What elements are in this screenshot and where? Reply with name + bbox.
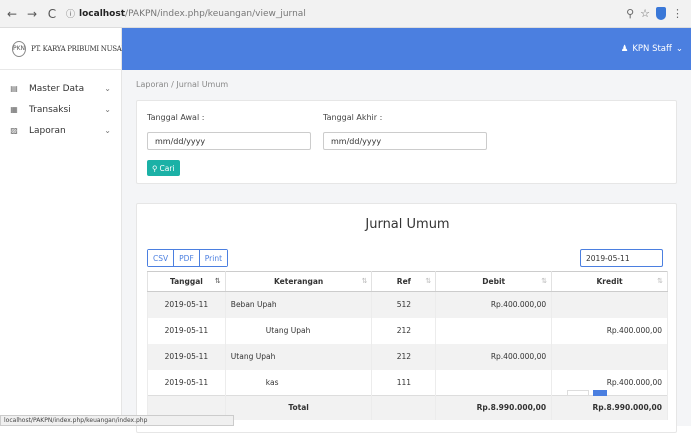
export-buttons: CSV PDF Print — [147, 249, 229, 267]
address-bar[interactable]: ⓘ localhost/PAKPN/index.php/keuangan/vie… — [66, 4, 626, 24]
end-date-input[interactable]: mm/dd/yyyy — [323, 132, 487, 150]
reload-icon[interactable]: C — [44, 6, 60, 22]
table-row: 2019-05-11 Utang Upah 212 Rp.400.000,00 — [147, 317, 668, 344]
brand[interactable]: PKN PT. KARYA PRIBUMI NUSANTARA — [0, 28, 146, 70]
start-date-input[interactable]: mm/dd/yyyy — [147, 132, 311, 150]
chevron-down-icon: ⌄ — [104, 126, 111, 135]
print-button[interactable]: Print — [199, 250, 228, 266]
cell-ref: 212 — [371, 317, 437, 344]
column-header-debit[interactable]: Debit ⇅ — [435, 271, 553, 292]
cell-ref: 212 — [371, 343, 437, 370]
master-data-icon: ▤ — [10, 84, 18, 93]
transaksi-icon: ▦ — [10, 105, 18, 114]
cell-debit: Rp.400.000,00 — [435, 343, 553, 370]
zoom-icon[interactable]: ⚲ — [626, 7, 634, 20]
cell-debit — [435, 317, 553, 344]
end-date-label: Tanggal Akhir : — [323, 113, 383, 122]
sidebar-menu: ▤ Master Data ⌄ ▦ Transaksi ⌄ ▨ Laporan … — [0, 70, 121, 141]
sort-icon: ⇅ — [425, 277, 432, 285]
user-icon: ♟ — [620, 44, 629, 54]
info-icon[interactable]: ⓘ — [66, 7, 75, 20]
table-row: 2019-05-11 Utang Upah 212 Rp.400.000,00 — [147, 343, 668, 370]
table-search-input[interactable]: 2019-05-11 — [580, 249, 663, 267]
cell-keterangan: Beban Upah — [224, 291, 373, 318]
filter-card: Tanggal Awal : mm/dd/yyyy Tanggal Akhir … — [136, 100, 677, 184]
pdf-button[interactable]: PDF — [174, 250, 200, 266]
cell-debit — [435, 369, 553, 396]
page-title: Jurnal Umum — [365, 217, 450, 232]
status-bar: localhost/PAKPN/index.php/keuangan/index… — [0, 415, 234, 426]
sidebar: PKN PT. KARYA PRIBUMI NUSANTARA ▤ Master… — [0, 28, 146, 426]
column-header-keterangan[interactable]: Keterangan ⇅ — [224, 271, 373, 292]
sort-icon: ⇅ — [541, 277, 548, 285]
cell-keterangan: Utang Upah — [224, 343, 373, 370]
pagination-page[interactable] — [593, 390, 607, 396]
cell-kredit — [551, 343, 668, 370]
cell-keterangan: Utang Upah — [224, 317, 373, 344]
breadcrumb: Laporan / Jurnal Umum — [136, 80, 229, 89]
column-header-tanggal[interactable]: Tanggal ⇅ — [147, 271, 226, 292]
extension-icon[interactable] — [656, 7, 666, 20]
total-debit: Rp.8.990.000,00 — [435, 395, 553, 420]
sort-icon: ⇅ — [657, 277, 663, 285]
sidebar-item-master-data[interactable]: ▤ Master Data ⌄ — [0, 78, 121, 99]
sidebar-item-label: Transaksi — [29, 104, 71, 115]
cell-tanggal: 2019-05-11 — [147, 291, 226, 318]
chevron-down-icon: ⌄ — [104, 105, 111, 114]
cell-kredit: Rp.400.000,00 — [551, 317, 668, 344]
url-path: /PAKPN/index.php/keuangan/view_jurnal — [125, 8, 306, 19]
sidebar-item-transaksi[interactable]: ▦ Transaksi ⌄ — [0, 99, 121, 120]
url-host: localhost — [79, 8, 126, 19]
cell-tanggal: 2019-05-11 — [147, 369, 226, 396]
back-icon[interactable]: ← — [4, 6, 20, 22]
total-kredit: Rp.8.990.000,00 — [551, 395, 668, 420]
top-navbar: ♟ KPN Staff ⌄ — [122, 28, 691, 70]
forward-icon[interactable]: → — [24, 6, 40, 22]
sidebar-item-laporan[interactable]: ▨ Laporan ⌄ — [0, 120, 121, 141]
browser-toolbar: ← → C ⓘ localhost/PAKPN/index.php/keuang… — [0, 0, 691, 28]
main-content: Laporan / Jurnal Umum Tanggal Awal : mm/… — [122, 70, 691, 433]
sort-icon: ⇅ — [361, 277, 368, 285]
cell-debit: Rp.400.000,00 — [435, 291, 553, 318]
table-row: 2019-05-11 Beban Upah 512 Rp.400.000,00 — [147, 291, 668, 318]
pagination — [567, 390, 607, 396]
total-label: Total — [224, 395, 373, 420]
journal-card: Jurnal Umum CSV PDF Print 2019-05-11 Tan… — [136, 203, 677, 433]
csv-button[interactable]: CSV — [148, 250, 175, 266]
sort-icon: ⇅ — [214, 277, 221, 285]
cell-ref: 111 — [371, 369, 437, 396]
menu-icon[interactable]: ⋮ — [672, 7, 683, 20]
user-name: KPN Staff — [632, 44, 672, 54]
pagination-prev[interactable] — [567, 390, 589, 396]
search-button[interactable]: ⚲ Cari — [147, 160, 180, 176]
laporan-icon: ▨ — [10, 126, 18, 135]
star-icon[interactable]: ☆ — [640, 7, 650, 20]
chevron-down-icon: ⌄ — [675, 44, 683, 54]
brand-logo: PKN — [12, 40, 27, 57]
journal-table: Tanggal ⇅ Keterangan ⇅ Ref ⇅ Debit ⇅ Kredit ⇅… — [147, 271, 668, 420]
cell-ref: 512 — [371, 291, 437, 318]
cell-tanggal: 2019-05-11 — [147, 317, 226, 344]
column-header-ref[interactable]: Ref ⇅ — [371, 271, 437, 292]
cell-kredit — [551, 291, 668, 318]
search-button-label: Cari — [159, 163, 175, 173]
user-menu[interactable]: ♟ KPN Staff ⌄ — [621, 44, 683, 54]
start-date-label: Tanggal Awal : — [147, 113, 205, 122]
cell-tanggal: 2019-05-11 — [147, 343, 226, 370]
sidebar-item-label: Master Data — [29, 83, 85, 94]
search-icon: ⚲ — [152, 163, 158, 173]
column-header-kredit[interactable]: Kredit ⇅ — [551, 271, 668, 292]
chevron-down-icon: ⌄ — [104, 84, 111, 93]
table-header-row: Tanggal ⇅ Keterangan ⇅ Ref ⇅ Debit ⇅ Kredit ⇅ — [147, 271, 668, 292]
sidebar-item-label: Laporan — [29, 125, 66, 136]
cell-keterangan: kas — [224, 369, 373, 396]
